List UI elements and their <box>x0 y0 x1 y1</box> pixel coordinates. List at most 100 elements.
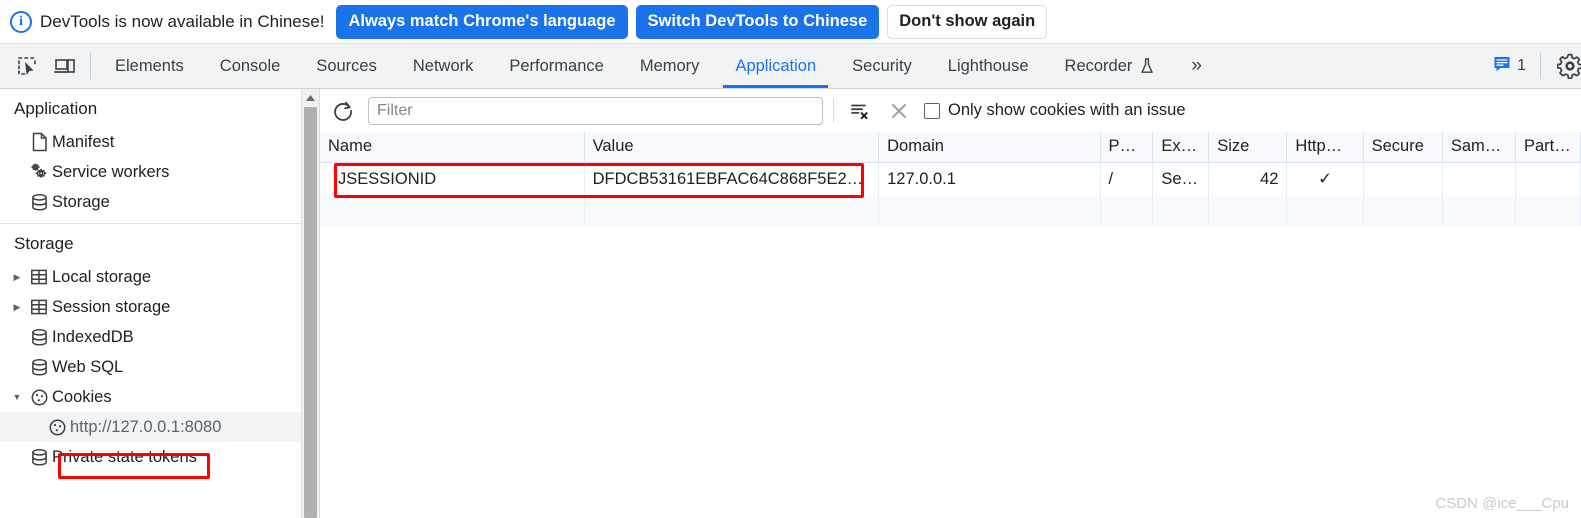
tab-console[interactable]: Console <box>202 44 299 88</box>
toolbar-divider <box>90 53 91 79</box>
sidebar-item-label: Private state tokens <box>52 447 197 466</box>
tab-security[interactable]: Security <box>834 44 930 88</box>
sidebar-item-manifest[interactable]: Manifest <box>0 127 319 157</box>
sidebar-section-title-storage: Storage <box>14 234 74 253</box>
filler-cell <box>1286 196 1364 226</box>
column-header-samesite[interactable]: Same… <box>1442 132 1516 163</box>
sidebar-item-label: Web SQL <box>52 357 124 376</box>
column-header-secure[interactable]: Secure <box>1363 132 1443 163</box>
device-toolbar-icon[interactable] <box>46 56 84 76</box>
always-match-chrome-language-button[interactable]: Always match Chrome's language <box>336 4 628 39</box>
devtools-body: Application Manifest Service workers Sto… <box>0 89 1581 518</box>
column-header-name[interactable]: Name <box>320 132 585 163</box>
scroll-up-arrow-icon[interactable] <box>302 89 319 106</box>
dont-show-again-button[interactable]: Don't show again <box>887 4 1048 39</box>
sidebar-scrollbar-thumb[interactable] <box>304 107 317 518</box>
chevron-right-icon[interactable]: ▶ <box>8 302 26 313</box>
sidebar-item-service-workers[interactable]: Service workers <box>0 157 319 187</box>
sidebar-section-storage: Storage ▶ Local storage ▶ Session storag… <box>0 224 319 472</box>
sidebar-item-cookie-origin[interactable]: http://127.0.0.1:8080 <box>0 412 319 442</box>
toolbar-separator <box>833 98 834 123</box>
cookie-icon <box>26 388 52 407</box>
language-notification-banner: i DevTools is now available in Chinese! … <box>0 0 1581 44</box>
chevron-right-icon[interactable]: ▶ <box>8 272 26 283</box>
tabstrip-left-tools <box>0 44 97 88</box>
tab-memory[interactable]: Memory <box>622 44 718 88</box>
tab-application[interactable]: Application <box>717 44 834 88</box>
banner-message: DevTools is now available in Chinese! <box>40 11 325 31</box>
chevron-down-icon[interactable]: ▼ <box>8 392 26 402</box>
cell-path: / <box>1100 162 1154 196</box>
tab-label: Application <box>735 56 817 75</box>
sidebar-scrollbar[interactable] <box>301 89 319 518</box>
cookies-table-wrap: Name Value Domain Pa… Ex… Size Http… Sec… <box>320 132 1581 518</box>
cell-value: DFDCB53161EBFAC64C868F5E2… <box>584 162 880 196</box>
database-icon <box>26 328 52 347</box>
sidebar-item-session-storage[interactable]: ▶ Session storage <box>0 292 319 322</box>
cell-expires: Se… <box>1152 162 1210 196</box>
delete-cookie-icon[interactable] <box>884 96 914 126</box>
refresh-icon[interactable] <box>328 96 358 126</box>
sidebar-item-indexeddb[interactable]: IndexedDB <box>0 322 319 352</box>
cell-size: 42 <box>1208 162 1288 196</box>
gear-icon[interactable] <box>1547 53 1581 79</box>
filler-cell <box>320 196 585 226</box>
table-row[interactable]: JSESSIONID DFDCB53161EBFAC64C868F5E2… 12… <box>320 162 1581 196</box>
devtools-tabstrip: Elements Console Sources Network Perform… <box>0 44 1581 89</box>
sidebar-item-cookies[interactable]: ▼ Cookies <box>0 382 319 412</box>
issue-checkbox[interactable] <box>924 102 940 119</box>
only-show-cookies-with-issue-toggle[interactable]: Only show cookies with an issue <box>924 101 1186 120</box>
issue-checkbox-label: Only show cookies with an issue <box>948 101 1186 119</box>
tab-label: Network <box>412 56 474 75</box>
column-header-domain[interactable]: Domain <box>878 132 1101 163</box>
flask-icon <box>1139 57 1155 75</box>
tab-label: Memory <box>639 56 700 75</box>
cell-samesite <box>1442 162 1516 196</box>
clear-filtered-cookies-icon[interactable] <box>844 96 874 126</box>
more-tabs-overflow-icon[interactable]: » <box>1173 44 1220 88</box>
sidebar-item-label: Manifest <box>52 132 115 151</box>
tab-network[interactable]: Network <box>395 44 492 88</box>
switch-devtools-to-chinese-button[interactable]: Switch DevTools to Chinese <box>635 4 880 39</box>
tab-lighthouse[interactable]: Lighthouse <box>930 44 1047 88</box>
filler-cell <box>584 196 880 226</box>
database-icon <box>26 358 52 377</box>
sidebar-item-label: http://127.0.0.1:8080 <box>70 417 222 436</box>
cookies-toolbar: Only show cookies with an issue <box>320 89 1581 132</box>
column-header-size[interactable]: Size <box>1208 132 1288 163</box>
tab-label: Security <box>852 56 912 75</box>
sidebar-item-private-state-tokens[interactable]: Private state tokens <box>0 442 319 472</box>
cell-secure <box>1363 162 1443 196</box>
sidebar-item-label: IndexedDB <box>52 327 134 346</box>
column-header-value[interactable]: Value <box>584 132 880 163</box>
tab-elements[interactable]: Elements <box>97 44 202 88</box>
column-header-httponly[interactable]: Http… <box>1286 132 1364 163</box>
cell-name: JSESSIONID <box>320 162 585 196</box>
sidebar-section-application: Application Manifest Service workers Sto… <box>0 89 319 224</box>
tab-label: Performance <box>509 56 604 75</box>
tab-performance[interactable]: Performance <box>491 44 621 88</box>
tab-label: Elements <box>115 56 184 75</box>
filler-cell <box>1363 196 1443 226</box>
gears-icon <box>26 162 52 182</box>
filter-input[interactable] <box>368 96 823 125</box>
issues-button[interactable]: 1 <box>1485 55 1534 78</box>
column-header-expires[interactable]: Ex… <box>1152 132 1210 163</box>
cell-domain: 127.0.0.1 <box>878 162 1101 196</box>
filler-cell <box>1100 196 1154 226</box>
sidebar-item-web-sql[interactable]: Web SQL <box>0 352 319 382</box>
table-icon <box>26 298 52 316</box>
sidebar-section-title-application: Application <box>14 99 98 118</box>
tab-recorder[interactable]: Recorder <box>1047 44 1174 88</box>
sidebar-item-label: Session storage <box>52 297 171 316</box>
sidebar-item-storage[interactable]: Storage <box>0 187 319 217</box>
tab-sources[interactable]: Sources <box>298 44 395 88</box>
column-header-path[interactable]: Pa… <box>1100 132 1154 163</box>
column-header-partition[interactable]: Partiti… <box>1515 132 1581 163</box>
cookies-table-header-row: Name Value Domain Pa… Ex… Size Http… Sec… <box>320 132 1581 163</box>
issues-count: 1 <box>1517 57 1526 74</box>
sidebar-item-local-storage[interactable]: ▶ Local storage <box>0 262 319 292</box>
inspect-element-icon[interactable] <box>8 56 46 76</box>
tab-label: Recorder <box>1064 56 1133 75</box>
filler-cell <box>1208 196 1288 226</box>
